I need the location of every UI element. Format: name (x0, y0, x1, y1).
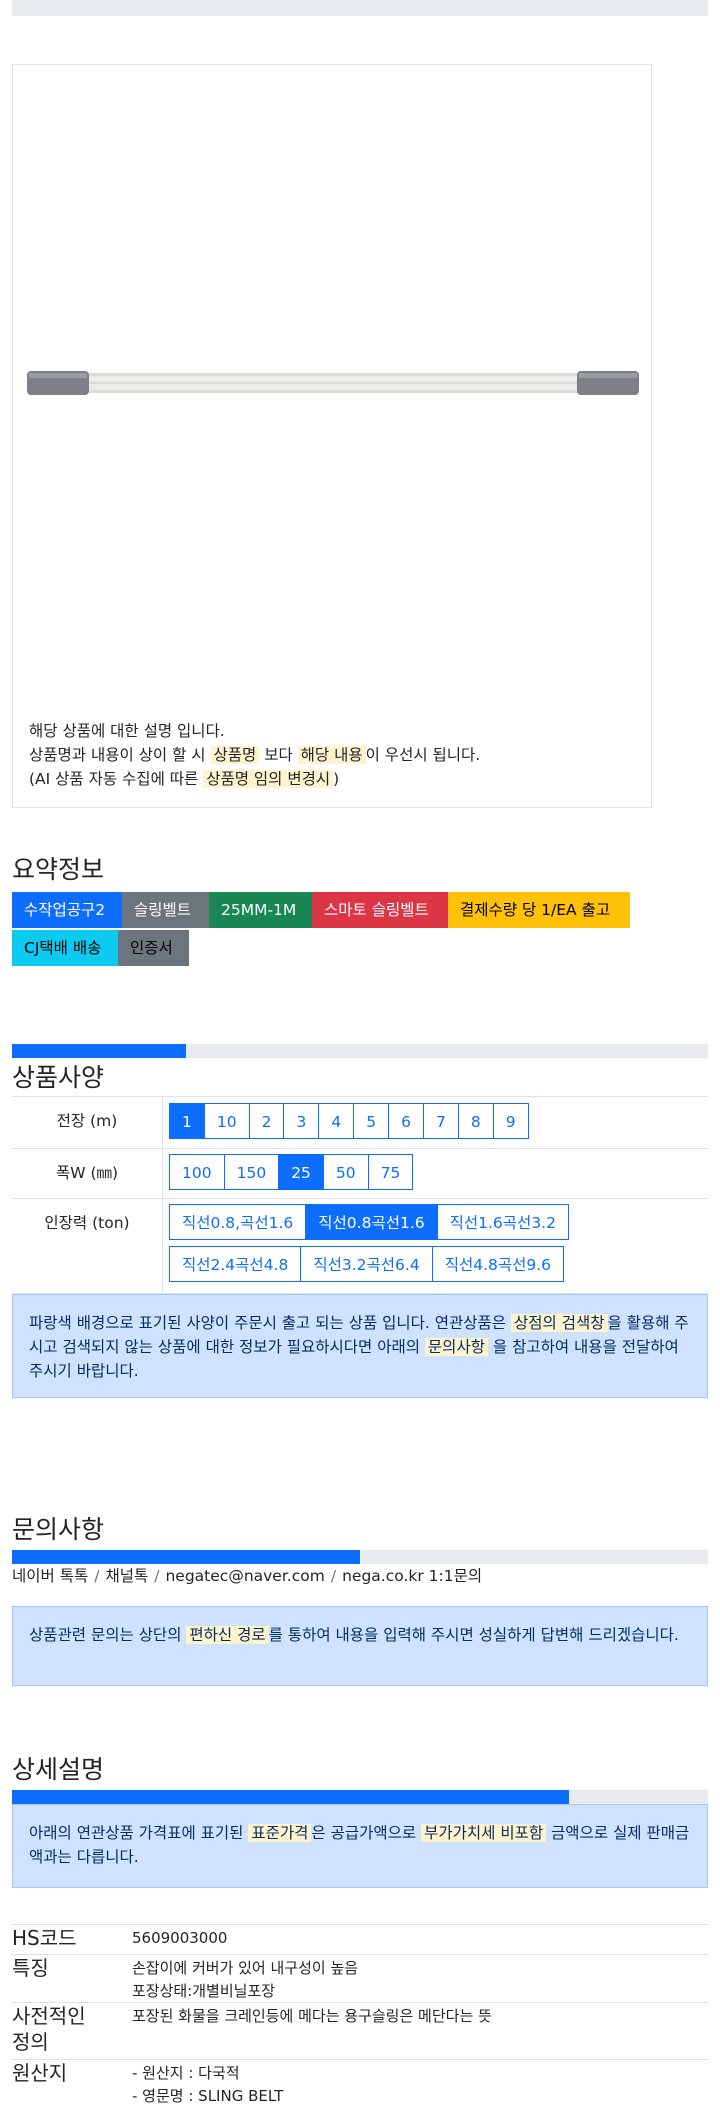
spec-progress-fill (12, 1044, 186, 1058)
inquiry-progress-bar (12, 1550, 708, 1564)
detail-row-origin: 원산지 - 원산지 : 다국적 - 영문명 : SLING BELT (12, 2060, 708, 2117)
caption-line-1: 해당 상품에 대한 설명 입니다. (29, 722, 225, 740)
spec-progress-bar (12, 1044, 708, 1058)
caption-line-3: (AI 상품 자동 수집에 따른 상품명 임의 변경시) (29, 770, 340, 788)
inquiry-progress-fill (12, 1550, 360, 1564)
length-option-9[interactable]: 9 (492, 1103, 529, 1139)
highlight-vat-excluded: 부가가치세 비포함 (421, 1824, 547, 1842)
length-option-8[interactable]: 8 (457, 1103, 494, 1139)
spec-title: 상품사양 (12, 1063, 105, 1092)
summary-title: 요약정보 (12, 855, 105, 884)
tension-option-4.8-9.6[interactable]: 직선4.8곡선9.6 (431, 1246, 565, 1282)
spec-notice: 파랑색 배경으로 표기된 사양이 주문시 출고 되는 상품 입니다. 연관상품은… (12, 1294, 708, 1398)
detail-progress-fill (12, 1790, 569, 1804)
badge-category: 수작업공구2 (12, 892, 122, 928)
detail-key: 원산지 (12, 2061, 68, 2085)
separator: / (94, 1567, 100, 1585)
spec-row-length: 전장 (m) 1 10 2 3 4 5 6 7 8 9 (12, 1096, 708, 1148)
highlight-route: 편하신 경로 (186, 1626, 269, 1644)
highlight-standard-price: 표준가격 (248, 1824, 312, 1842)
detail-value: 손잡이에 커버가 있어 내구성이 높음 포장상태:개별비닐포장 (132, 1959, 359, 2000)
detail-key: 특징 (12, 1956, 49, 1980)
link-email[interactable]: negatec@naver.com (165, 1567, 324, 1585)
width-option-100[interactable]: 100 (169, 1154, 225, 1190)
width-option-75[interactable]: 75 (367, 1154, 414, 1190)
detail-value: 5609003000 (132, 1929, 228, 1947)
width-option-150[interactable]: 150 (223, 1154, 280, 1190)
length-option-7[interactable]: 7 (422, 1103, 459, 1139)
badge-model: 25MM-1M (209, 892, 312, 928)
tension-option-1.6-3.2[interactable]: 직선1.6곡선3.2 (436, 1204, 569, 1240)
separator: / (330, 1567, 337, 1585)
badge-subcategory: 슬링벨트 (122, 892, 209, 928)
spec-row-tension: 인장력 (ton) 직선0.8,곡선1.6 직선0.8곡선1.6 직선1.6곡선… (12, 1198, 708, 1294)
detail-value: - 원산지 : 다국적 - 영문명 : SLING BELT (132, 2064, 284, 2105)
inquiry-links: 네이버 톡톡 / 채널톡 / negatec@naver.com / nega.co.kr … (12, 1564, 482, 1586)
spec-label-tension: 인장력 (ton) (44, 1214, 130, 1232)
detail-progress-bar (12, 1790, 708, 1804)
spec-row-width: 폭W (㎜) 100 150 25 50 75 (12, 1148, 708, 1198)
detail-key: 사전적인 정의 (12, 2004, 86, 2054)
tension-options-row2: 직선2.4곡선4.8 직선3.2곡선6.4 직선4.8곡선9.6 (169, 1246, 565, 1282)
tension-option-0.8-1.6[interactable]: 직선0.8곡선1.6 (305, 1204, 438, 1240)
detail-row-definition: 사전적인 정의 포장된 화물을 크레인등에 메다는 용구슬링은 메단다는 뜻 (12, 2003, 708, 2060)
spec-label-length: 전장 (m) (56, 1112, 118, 1130)
link-one-to-one[interactable]: nega.co.kr 1:1문의 (342, 1567, 482, 1585)
length-option-10[interactable]: 10 (203, 1103, 250, 1139)
detail-row-feature: 특징 손잡이에 커버가 있어 내구성이 높음 포장상태:개별비닐포장 (12, 1955, 708, 2003)
badge-quantity: 결제수량 당 1/EA 출고 (448, 892, 630, 928)
badge-delivery: CJ택배 배송 (12, 930, 118, 966)
top-bar (12, 0, 708, 16)
link-channel-talk[interactable]: 채널톡 (105, 1567, 148, 1585)
length-option-6[interactable]: 6 (388, 1103, 424, 1139)
length-option-5[interactable]: 5 (353, 1103, 390, 1139)
image-caption: 해당 상품에 대한 설명 입니다. 상품명과 내용이 상이 할 시 상품명 보다… (29, 719, 480, 791)
link-naver-talk[interactable]: 네이버 톡톡 (12, 1567, 88, 1585)
detail-table: HS코드 5609003000 특징 손잡이에 커버가 있어 내구성이 높음 포장… (12, 1924, 708, 2105)
highlight-inquiry: 문의사항 (424, 1338, 488, 1356)
sling-belt-image (27, 371, 639, 395)
detail-value: 포장된 화물을 크레인등에 메다는 용구슬링은 메단다는 뜻 (132, 2007, 492, 2025)
highlight-search: 상점의 검색창 (511, 1314, 608, 1332)
length-option-2[interactable]: 2 (248, 1103, 285, 1139)
detail-row-hscode: HS코드 5609003000 (12, 1925, 708, 1955)
detail-key: HS코드 (12, 1926, 77, 1950)
highlight-product-name: 상품명 (210, 746, 260, 764)
highlight-name-change: 상품명 임의 변경시 (203, 770, 334, 788)
spec-label-width: 폭W (㎜) (55, 1164, 119, 1182)
tension-option-2.4-4.8[interactable]: 직선2.4곡선4.8 (169, 1246, 302, 1282)
detail-notice: 아래의 연관상품 가격표에 표기된 표준가격 은 공급가액으로 부가가치세 비포함… (12, 1804, 708, 1888)
badge-brand: 스마토 슬링벨트 (312, 892, 448, 928)
tension-option-0.8-1.6-comma[interactable]: 직선0.8,곡선1.6 (169, 1204, 307, 1240)
width-options: 100 150 25 50 75 (169, 1154, 414, 1190)
width-option-50[interactable]: 50 (322, 1154, 369, 1190)
length-option-4[interactable]: 4 (318, 1103, 355, 1139)
length-options: 1 10 2 3 4 5 6 7 8 9 (169, 1103, 529, 1139)
inquiry-notice: 상품관련 문의는 상단의 편하신 경로 를 통하여 내용을 입력해 주시면 성실하… (12, 1606, 708, 1686)
length-option-1[interactable]: 1 (169, 1103, 205, 1139)
separator: / (154, 1567, 160, 1585)
detail-title: 상세설명 (12, 1755, 105, 1784)
highlight-content: 해당 내용 (297, 746, 366, 764)
length-option-3[interactable]: 3 (283, 1103, 320, 1139)
product-image-card: 해당 상품에 대한 설명 입니다. 상품명과 내용이 상이 할 시 상품명 보다… (12, 64, 652, 808)
tension-option-3.2-6.4[interactable]: 직선3.2곡선6.4 (300, 1246, 433, 1282)
tension-options-row1: 직선0.8,곡선1.6 직선0.8곡선1.6 직선1.6곡선3.2 (169, 1204, 569, 1240)
caption-line-2: 상품명과 내용이 상이 할 시 상품명 보다 해당 내용 이 우선시 됩니다. (29, 746, 481, 764)
inquiry-title: 문의사항 (12, 1515, 105, 1544)
badge-certificate: 인증서 (118, 930, 189, 966)
width-option-25[interactable]: 25 (278, 1154, 324, 1190)
